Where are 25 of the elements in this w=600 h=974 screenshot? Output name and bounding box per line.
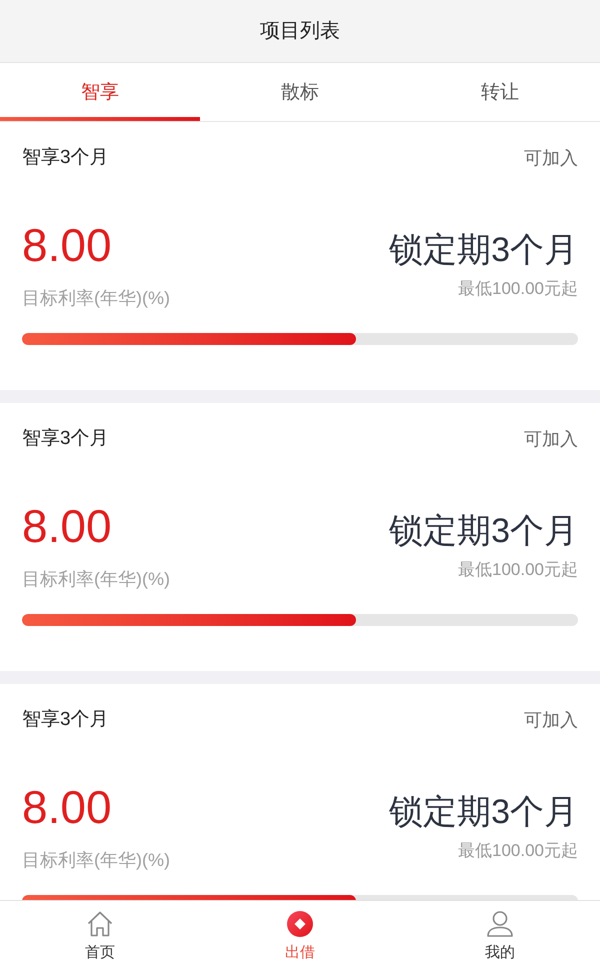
project-status: 可加入 [524, 147, 578, 170]
diamond-coin-icon [287, 911, 313, 937]
lock-period: 锁定期3个月 [389, 230, 578, 270]
rate-label: 目标利率(年华)(%) [22, 287, 170, 310]
project-card[interactable]: 智享3个月 可加入 8.00 目标利率(年华)(%) 锁定期3个月 最低100.00元起 [0, 122, 600, 390]
page-title: 项目列表 [260, 19, 340, 44]
user-icon [487, 911, 513, 937]
project-name: 智享3个月 [22, 427, 109, 451]
minimum-amount: 最低100.00元起 [458, 278, 578, 300]
project-name: 智享3个月 [22, 146, 109, 170]
project-card[interactable]: 智享3个月 可加入 8.00 目标利率(年华)(%) 锁定期3个月 最低100.00元起 [0, 403, 600, 671]
home-icon [87, 911, 113, 937]
rate-label: 目标利率(年华)(%) [22, 568, 170, 591]
lock-period: 锁定期3个月 [389, 511, 578, 551]
project-name: 智享3个月 [22, 708, 109, 732]
lock-period: 锁定期3个月 [389, 792, 578, 832]
project-status: 可加入 [524, 428, 578, 451]
rate-label: 目标利率(年华)(%) [22, 849, 170, 872]
interest-rate: 8.00 [22, 222, 113, 268]
minimum-amount: 最低100.00元起 [458, 840, 578, 862]
minimum-amount: 最低100.00元起 [458, 559, 578, 581]
interest-rate: 8.00 [22, 784, 113, 830]
interest-rate: 8.00 [22, 503, 113, 549]
project-card[interactable]: 智享3个月 可加入 8.00 目标利率(年华)(%) 锁定期3个月 最低100.00元起 [0, 684, 600, 900]
project-status: 可加入 [524, 709, 578, 732]
